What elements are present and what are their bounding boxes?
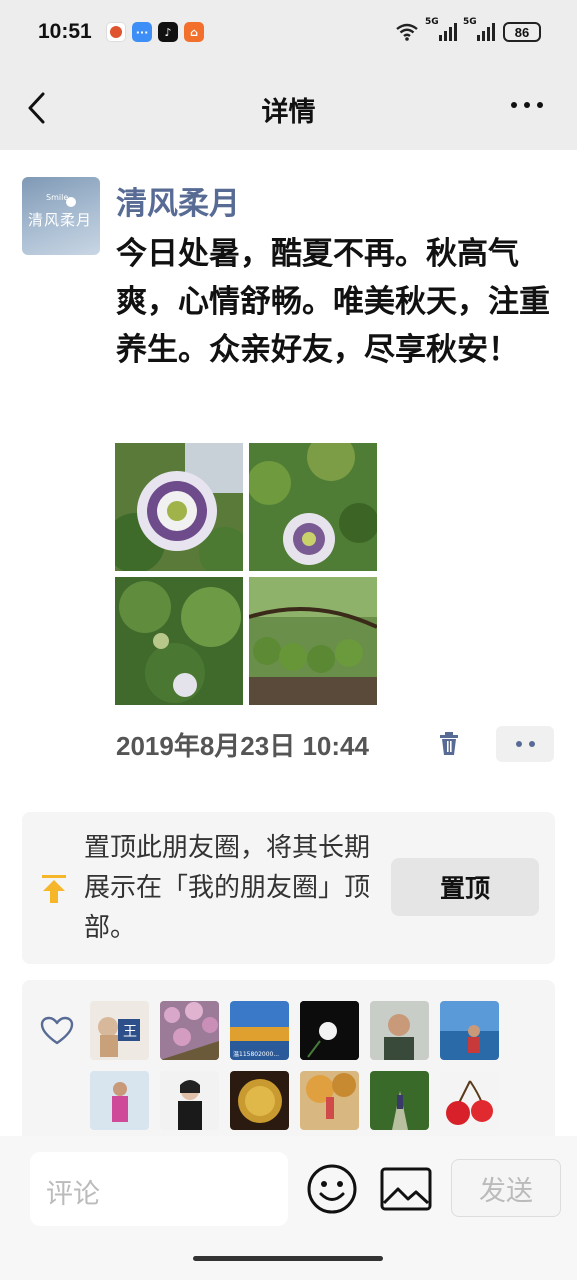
shopping-app-icon: ⌂	[184, 22, 204, 42]
liker-avatar[interactable]	[160, 1071, 219, 1130]
passion-fruit-vine-photo	[249, 443, 377, 571]
liker-avatar[interactable]	[300, 1071, 359, 1130]
liker-avatar[interactable]	[90, 1071, 149, 1130]
send-button[interactable]: 发送	[451, 1159, 561, 1217]
vine-leaves-photo	[115, 577, 243, 705]
network-type-2: 5G	[463, 17, 477, 27]
liker-avatar[interactable]	[160, 1001, 219, 1060]
post-text: 今日处暑，酷夏不再。秋高气爽，心情舒畅。唯美秋天，注重养生。众亲好友，尽享秋安！	[116, 236, 550, 368]
page-title: 详情	[261, 97, 316, 128]
liker-avatar[interactable]	[440, 1001, 499, 1060]
app-notification-icon	[106, 22, 126, 42]
post-timestamp: 2019年8月23日 10:44	[116, 731, 369, 761]
photo-thumbnail[interactable]	[249, 443, 377, 571]
liker-avatar[interactable]	[370, 1001, 429, 1060]
delete-trash-icon[interactable]	[438, 731, 460, 757]
post-actions-button[interactable]	[496, 726, 554, 762]
network-type-1: 5G	[425, 17, 439, 27]
avatar-text: 清风柔月	[28, 211, 93, 229]
image-icon[interactable]	[380, 1167, 432, 1211]
photo-thumbnail[interactable]	[115, 577, 243, 705]
home-indicator[interactable]	[193, 1256, 383, 1261]
battery-indicator: 86	[503, 22, 541, 42]
liker-badge-text: 王	[123, 1024, 137, 1040]
navigation-bar: 详情	[0, 70, 577, 150]
photo-thumbnail[interactable]	[115, 443, 243, 571]
wifi-icon	[396, 23, 418, 41]
avatar-small-text: Smile	[46, 193, 69, 202]
user-avatar[interactable]: Smile 清风柔月	[22, 177, 100, 255]
liker-avatar[interactable]: 温115802000...	[230, 1001, 289, 1060]
pin-to-top-card: 置顶此朋友圈，将其长期展示在「我的朋友圈」顶部。 置顶	[22, 812, 555, 964]
liker-avatar[interactable]	[370, 1071, 429, 1130]
moon-graphic	[66, 197, 76, 207]
signal-icon-1: 5G	[425, 17, 457, 41]
signal-icon-2: 5G	[463, 17, 495, 41]
liker-caption-text: 温115802000...	[233, 1050, 279, 1058]
more-options-icon[interactable]	[511, 102, 543, 108]
tiktok-icon: ♪	[158, 22, 178, 42]
photo-grid	[115, 443, 379, 705]
photo-thumbnail[interactable]	[249, 577, 377, 705]
liker-avatar[interactable]	[300, 1001, 359, 1060]
passion-fruits-photo	[249, 577, 377, 705]
passion-flower-photo	[115, 443, 243, 571]
pin-description: 置顶此朋友圈，将其长期展示在「我的朋友圈」顶部。	[84, 833, 371, 943]
status-indicators: 5G 5G 86	[395, 17, 541, 42]
liker-avatar[interactable]: 王	[90, 1001, 149, 1060]
status-bar: 10:51 ··· ♪ ⌂ 5G 5G 86	[0, 0, 577, 70]
notification-icons: ··· ♪ ⌂	[106, 22, 204, 42]
heart-like-icon	[40, 1016, 74, 1045]
likes-section: 王 温115802000...	[22, 980, 555, 1140]
status-time: 10:51	[38, 20, 92, 43]
pin-to-top-button[interactable]: 置顶	[391, 858, 539, 916]
message-icon: ···	[132, 22, 152, 42]
liker-avatar[interactable]	[440, 1071, 499, 1130]
comment-input[interactable]: 评论	[30, 1152, 288, 1226]
emoji-icon[interactable]	[306, 1163, 358, 1215]
post-username[interactable]: 清风柔月	[116, 178, 240, 223]
liker-avatar[interactable]	[230, 1071, 289, 1130]
pin-to-top-icon	[42, 875, 66, 903]
